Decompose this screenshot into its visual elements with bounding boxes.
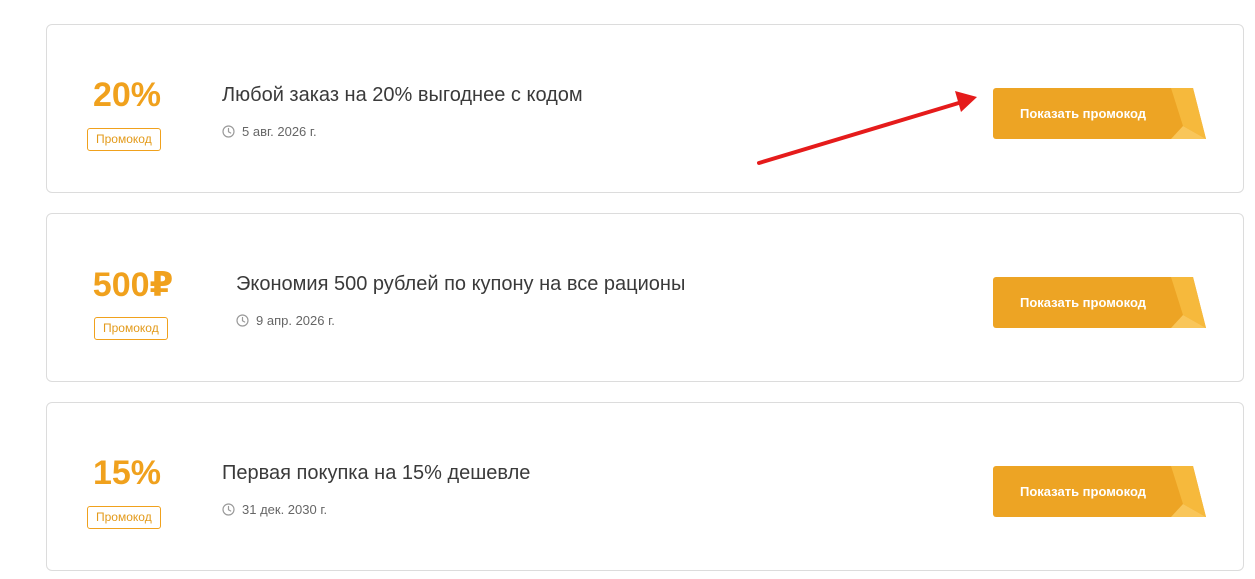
- offer-title[interactable]: Любой заказ на 20% выгоднее с кодом: [222, 84, 583, 107]
- promo-code-badge: Промокод: [94, 317, 168, 340]
- discount-value: 15%: [92, 454, 162, 492]
- show-promo-code-button[interactable]: Показать промокод: [993, 277, 1206, 328]
- expiry-date-row: 5 авг. 2026 г.: [222, 124, 317, 139]
- button-label: Показать промокод: [1020, 484, 1146, 499]
- clock-icon: [222, 125, 235, 138]
- discount-value: 500₽: [92, 266, 174, 304]
- promo-code-badge: Промокод: [87, 128, 161, 151]
- promo-card: 20% Промокод Любой заказ на 20% выгоднее…: [46, 24, 1244, 193]
- expiry-date-row: 9 апр. 2026 г.: [236, 313, 335, 328]
- folded-corner-icon: [1171, 88, 1206, 139]
- discount-value: 20%: [92, 76, 162, 114]
- folded-corner-icon: [1171, 277, 1206, 328]
- promo-card: 15% Промокод Первая покупка на 15% дешев…: [46, 402, 1244, 571]
- clock-icon: [236, 314, 249, 327]
- show-promo-code-button[interactable]: Показать промокод: [993, 466, 1206, 517]
- expiry-date: 31 дек. 2030 г.: [242, 502, 328, 517]
- show-promo-code-button[interactable]: Показать промокод: [993, 88, 1206, 139]
- promo-code-badge: Промокод: [87, 506, 161, 529]
- button-label: Показать промокод: [1020, 106, 1146, 121]
- expiry-date-row: 31 дек. 2030 г.: [222, 502, 327, 517]
- offer-title[interactable]: Экономия 500 рублей по купону на все рац…: [236, 273, 685, 296]
- offer-title[interactable]: Первая покупка на 15% дешевле: [222, 462, 530, 485]
- expiry-date: 9 апр. 2026 г.: [256, 313, 335, 328]
- clock-icon: [222, 503, 235, 516]
- button-label: Показать промокод: [1020, 295, 1146, 310]
- expiry-date: 5 авг. 2026 г.: [242, 124, 317, 139]
- folded-corner-icon: [1171, 466, 1206, 517]
- promo-card: 500₽ Промокод Экономия 500 рублей по куп…: [46, 213, 1244, 382]
